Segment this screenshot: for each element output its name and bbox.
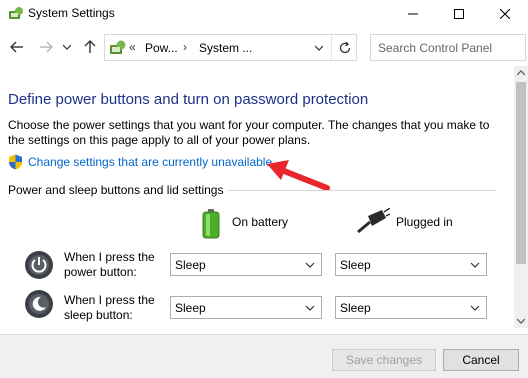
cancel-button[interactable]: Cancel (443, 349, 519, 371)
sleep-button-plugged-select[interactable]: Sleep (335, 296, 487, 319)
scroll-thumb[interactable] (516, 82, 526, 264)
window-title: System Settings (28, 6, 115, 20)
footer-bar: Save changes Cancel (0, 334, 528, 378)
annotation-arrow-icon (267, 160, 330, 191)
power-button-battery-select[interactable]: Sleep (170, 253, 322, 276)
chevron-down-icon (305, 305, 315, 311)
chevron-down-icon (517, 318, 525, 324)
chevron-down-icon (470, 262, 480, 268)
up-arrow-icon (84, 40, 96, 53)
search-placeholder[interactable]: Search Control Panel (378, 41, 492, 55)
section-title: Power and sleep buttons and lid settings (8, 183, 224, 197)
control-panel-icon (9, 7, 23, 19)
select-value: Sleep (175, 301, 206, 315)
select-value: Sleep (175, 258, 206, 272)
plugged-in-header: Plugged in (396, 215, 453, 229)
address-dropdown-button[interactable] (310, 39, 328, 57)
chevron-up-icon (517, 70, 525, 76)
refresh-button[interactable] (331, 35, 358, 60)
close-icon (500, 9, 510, 19)
sleep-button-label: When I press the sleep button: (64, 293, 155, 322)
title-bar: System Settings (0, 0, 528, 28)
battery-icon (202, 209, 220, 239)
address-overflow[interactable]: « (129, 40, 136, 54)
breadcrumb-power-options[interactable]: Pow... (145, 41, 178, 55)
select-value: Sleep (340, 301, 371, 315)
content-pane: Define power buttons and turn on passwor… (0, 66, 514, 336)
page-description: Choose the power settings that you want … (8, 118, 490, 147)
control-panel-icon (110, 40, 126, 54)
close-button[interactable] (482, 0, 528, 28)
save-changes-button[interactable]: Save changes (332, 349, 436, 371)
power-button-label: When I press the power button: (64, 250, 155, 279)
minimize-button[interactable] (390, 0, 436, 28)
sleep-button-icon (25, 290, 53, 318)
page-title: Define power buttons and turn on passwor… (8, 91, 369, 108)
section-divider (228, 190, 496, 191)
on-battery-header: On battery (232, 215, 289, 229)
refresh-icon (339, 41, 351, 53)
sleep-button-battery-select[interactable]: Sleep (170, 296, 322, 319)
vertical-scrollbar[interactable] (514, 66, 528, 328)
chevron-down-icon (63, 44, 71, 50)
maximize-icon (454, 9, 464, 19)
up-button[interactable] (81, 38, 99, 56)
search-box[interactable]: Search Control Panel (370, 34, 526, 61)
back-arrow-icon (10, 41, 23, 53)
chevron-down-icon (470, 305, 480, 311)
select-value: Sleep (340, 258, 371, 272)
back-button[interactable] (8, 38, 26, 56)
breadcrumb-separator[interactable]: › (183, 40, 187, 54)
address-bar[interactable]: « Pow... › System ... (104, 34, 357, 61)
change-unavailable-settings-link[interactable]: Change settings that are currently unava… (28, 155, 272, 169)
recent-locations-button[interactable] (60, 38, 74, 56)
forward-button[interactable] (37, 38, 55, 56)
power-button-icon (25, 251, 53, 279)
breadcrumb-system-settings[interactable]: System ... (199, 41, 252, 55)
forward-arrow-icon (40, 41, 53, 53)
minimize-icon (408, 13, 418, 15)
maximize-button[interactable] (436, 0, 482, 28)
chevron-down-icon (305, 262, 315, 268)
chevron-down-icon (315, 45, 323, 51)
scroll-up-button[interactable] (514, 66, 528, 80)
uac-shield-icon (9, 154, 22, 170)
scroll-down-button[interactable] (514, 314, 528, 328)
plug-icon (357, 208, 390, 234)
power-button-plugged-select[interactable]: Sleep (335, 253, 487, 276)
